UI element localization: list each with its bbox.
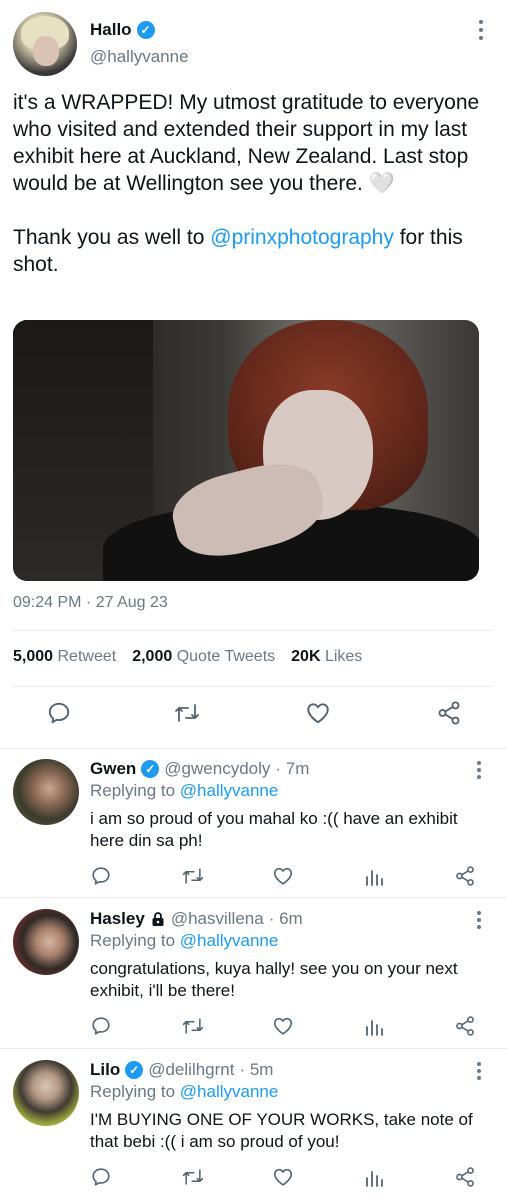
replying-to-row: Replying to @hallyvanne <box>90 1082 278 1102</box>
retweet-icon[interactable] <box>181 1166 205 1188</box>
reply-actions <box>0 1166 507 1190</box>
divider <box>13 630 493 631</box>
retweet-count: 5,000 <box>13 648 54 665</box>
analytics-icon[interactable] <box>364 1166 384 1188</box>
tweet-text: it's a WRAPPED! My utmost gratitude to e… <box>13 89 497 278</box>
lock-icon <box>152 912 164 926</box>
reply-actions <box>0 865 507 889</box>
replying-to-link[interactable]: @hallyvanne <box>180 1082 279 1101</box>
author-handle[interactable]: @hallyvanne <box>90 47 189 67</box>
more-options-icon[interactable] <box>477 911 481 932</box>
likes-stat[interactable]: 20K Likes <box>291 648 362 666</box>
replying-to-row: Replying to @hallyvanne <box>90 931 278 951</box>
reply-item[interactable]: Lilo ✓ @delilhgrnt · 5m Replying to @hal… <box>0 1050 507 1200</box>
quote-label: Quote Tweets <box>176 648 276 665</box>
reply-text: i am so proud of you mahal ko :(( have a… <box>90 809 458 850</box>
author-name-row[interactable]: Hallo ✓ <box>90 20 155 40</box>
reply-text: congratulations, kuya hally! see you on … <box>90 959 458 1000</box>
verified-badge-icon: ✓ <box>136 21 155 39</box>
like-icon[interactable] <box>305 700 331 726</box>
replying-to-label: Replying to <box>90 931 176 950</box>
quote-count: 2,000 <box>132 648 173 665</box>
reply-actions <box>0 1015 507 1039</box>
reply-header: Gwen ✓ @gwencydoly · 7m <box>90 759 309 779</box>
reply-author-name[interactable]: Hasley <box>90 909 145 929</box>
reply-time: · 6m <box>268 909 303 928</box>
reply-header: Hasley @hasvillena · 6m <box>90 909 303 929</box>
verified-badge-icon: ✓ <box>125 1061 144 1079</box>
reply-icon[interactable] <box>90 1166 112 1188</box>
like-icon[interactable] <box>272 1015 294 1037</box>
like-icon[interactable] <box>272 865 294 887</box>
divider <box>0 1048 507 1049</box>
author-avatar[interactable] <box>13 12 77 76</box>
analytics-icon[interactable] <box>364 865 384 887</box>
divider <box>13 686 493 687</box>
more-options-icon[interactable] <box>479 20 485 44</box>
reply-avatar[interactable] <box>13 1060 79 1126</box>
more-options-icon[interactable] <box>477 761 481 782</box>
reply-avatar[interactable] <box>13 909 79 975</box>
reply-author-handle[interactable]: @hasvillena <box>171 909 264 929</box>
tweet-actions <box>0 700 507 736</box>
tweet-stats: 5,000 Retweet 2,000 Quote Tweets 20K Lik… <box>13 648 378 666</box>
reply-avatar[interactable] <box>13 759 79 825</box>
share-icon[interactable] <box>436 700 462 726</box>
reply-author-handle[interactable]: @delilhgrnt <box>148 1060 234 1080</box>
quote-stat[interactable]: 2,000 Quote Tweets <box>132 648 275 666</box>
reply-text: I'M BUYING ONE OF YOUR WORKS, take note … <box>90 1110 473 1151</box>
more-options-icon[interactable] <box>477 1062 481 1083</box>
retweet-icon[interactable] <box>181 865 205 887</box>
reply-time: · 7m <box>275 759 310 778</box>
tweet-timestamp[interactable]: 09:24 PM · 27 Aug 23 <box>13 594 168 612</box>
reply-icon[interactable] <box>90 1015 112 1037</box>
replying-to-label: Replying to <box>90 781 176 800</box>
verified-badge-icon: ✓ <box>141 760 160 778</box>
author-name[interactable]: Hallo <box>90 20 132 40</box>
likes-count: 20K <box>291 648 321 665</box>
replying-to-label: Replying to <box>90 1082 176 1101</box>
mention-link[interactable]: @prinxphotography <box>210 226 394 249</box>
reply-author-name[interactable]: Lilo <box>90 1060 120 1080</box>
retweet-icon[interactable] <box>173 700 201 726</box>
reply-icon[interactable] <box>46 700 72 726</box>
reply-header: Lilo ✓ @delilhgrnt · 5m <box>90 1060 273 1080</box>
replying-to-link[interactable]: @hallyvanne <box>180 781 279 800</box>
reply-item[interactable]: Hasley @hasvillena · 6m Replying to @hal… <box>0 899 507 1049</box>
retweet-icon[interactable] <box>181 1015 205 1037</box>
like-icon[interactable] <box>272 1166 294 1188</box>
share-icon[interactable] <box>454 1015 476 1037</box>
analytics-icon[interactable] <box>364 1015 384 1037</box>
reply-author-name[interactable]: Gwen <box>90 759 136 779</box>
share-icon[interactable] <box>454 1166 476 1188</box>
retweet-stat[interactable]: 5,000 Retweet <box>13 648 116 666</box>
reply-author-handle[interactable]: @gwencydoly <box>164 759 270 779</box>
divider <box>0 897 507 898</box>
retweet-label: Retweet <box>57 648 117 665</box>
reply-icon[interactable] <box>90 865 112 887</box>
likes-label: Likes <box>324 648 363 665</box>
tweet-photo[interactable] <box>13 320 479 581</box>
replying-to-link[interactable]: @hallyvanne <box>180 931 279 950</box>
share-icon[interactable] <box>454 865 476 887</box>
reply-item[interactable]: Gwen ✓ @gwencydoly · 7m Replying to @hal… <box>0 749 507 899</box>
replying-to-row: Replying to @hallyvanne <box>90 781 278 801</box>
reply-time: · 5m <box>239 1060 274 1079</box>
